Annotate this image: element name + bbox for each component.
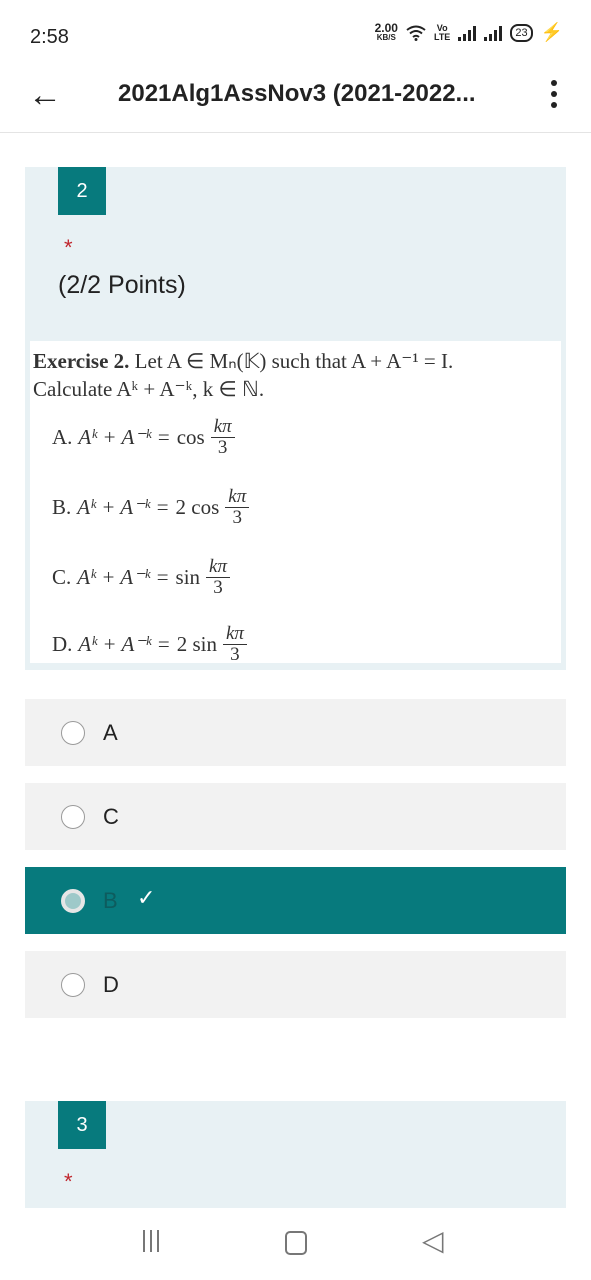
option-lhs: Aᵏ + A⁻ᵏ =: [78, 425, 171, 449]
signal-icon-sim2: [484, 25, 503, 41]
choice-b-selected[interactable]: B ✓: [25, 867, 566, 934]
radio-button[interactable]: [61, 721, 85, 745]
option-letter: C.: [52, 565, 72, 589]
question-number: 3: [58, 1101, 106, 1149]
recent-apps-icon[interactable]: [143, 1230, 163, 1252]
status-bar: 2:58 2.00 KB/S Vo LTE 23 ⚡: [0, 0, 591, 70]
back-arrow-icon[interactable]: ←: [28, 78, 62, 112]
status-icons: 2.00 KB/S Vo LTE 23 ⚡: [375, 22, 563, 43]
option-function: 2 sin: [176, 632, 217, 656]
radio-button[interactable]: [61, 973, 85, 997]
option-function: sin: [175, 565, 201, 589]
question-number: 2: [58, 167, 106, 215]
exercise-statement: Let A ∈ Mₙ(𝕂) such that A + A⁻¹ = I.: [134, 349, 454, 373]
charging-icon: ⚡: [540, 22, 563, 42]
exercise-option-c: C. Aᵏ + A⁻ᵏ = sin kπ 3: [52, 557, 230, 598]
wifi-icon: [406, 25, 426, 41]
exercise-option-b: B. Aᵏ + A⁻ᵏ = 2 cos kπ 3: [52, 487, 250, 528]
volte-bottom: LTE: [433, 31, 451, 42]
fraction-denominator: 3: [217, 437, 228, 458]
option-fraction: kπ 3: [222, 624, 247, 665]
exercise-line-2: Calculate Aᵏ + A⁻ᵏ, k ∈ ℕ.: [33, 377, 265, 401]
exercise-heading: Exercise 2.: [33, 349, 130, 373]
choice-label: C: [103, 804, 119, 829]
choice-label: D: [103, 972, 119, 997]
option-fraction: kπ 3: [225, 487, 250, 528]
required-asterisk: *: [64, 1169, 73, 1194]
network-speed-value: 2.00: [374, 20, 398, 35]
option-fraction: kπ 3: [210, 417, 235, 458]
option-lhs: Aᵏ + A⁻ᵏ =: [77, 565, 170, 589]
option-function: cos: [176, 425, 205, 449]
status-time: 2:58: [30, 26, 69, 48]
exercise-option-a: A. Aᵏ + A⁻ᵏ = cos kπ 3: [52, 417, 235, 458]
back-triangle-icon[interactable]: ◁: [422, 1227, 444, 1255]
volte-icon: Vo LTE: [433, 23, 451, 42]
exercise-image: Exercise 2. Let A ∈ Mₙ(𝕂) such that A + …: [30, 341, 561, 665]
system-nav-bar: ◁: [0, 1208, 591, 1280]
choice-c[interactable]: C: [25, 783, 566, 850]
fraction-denominator: 3: [213, 577, 223, 598]
option-fraction: kπ 3: [206, 557, 230, 598]
fraction-numerator: kπ: [206, 557, 230, 578]
form-title: 2021Alg1AssNov3 (2021-2022...: [118, 80, 476, 107]
question-points: (2/2 Points): [58, 271, 186, 299]
fraction-denominator: 3: [232, 507, 243, 528]
choice-label: A: [103, 720, 118, 745]
fraction-denominator: 3: [230, 644, 240, 665]
fraction-numerator: kπ: [210, 417, 235, 438]
option-lhs: Aᵏ + A⁻ᵏ =: [78, 632, 171, 656]
fraction-numerator: kπ: [225, 487, 250, 508]
radio-button[interactable]: [61, 805, 85, 829]
option-letter: B.: [52, 495, 72, 519]
app-bar: ← 2021Alg1AssNov3 (2021-2022...: [0, 70, 591, 133]
choice-label: B: [103, 888, 118, 913]
choice-d[interactable]: D: [25, 951, 566, 1018]
option-function: 2 cos: [175, 495, 220, 519]
exercise-line-1: Exercise 2. Let A ∈ Mₙ(𝕂) such that A + …: [33, 349, 453, 374]
network-speed: 2.00 KB/S: [374, 20, 398, 43]
checkmark-icon: ✓: [137, 885, 156, 910]
radio-button-selected[interactable]: [61, 889, 85, 913]
choice-a[interactable]: A: [25, 699, 566, 766]
home-icon[interactable]: [285, 1231, 307, 1255]
option-lhs: Aᵏ + A⁻ᵏ =: [77, 495, 170, 519]
next-question-card: 3 *: [25, 1101, 566, 1208]
more-options-icon[interactable]: [551, 80, 557, 108]
signal-icon: [458, 25, 477, 41]
question-card: 2 * (2/2 Points) Exercise 2. Let A ∈ Mₙ(…: [25, 167, 566, 670]
required-asterisk: *: [64, 235, 73, 260]
option-letter: D.: [52, 632, 73, 656]
exercise-option-d: D. Aᵏ + A⁻ᵏ = 2 sin kπ 3: [52, 624, 247, 665]
option-letter: A.: [52, 425, 73, 449]
fraction-numerator: kπ: [222, 624, 247, 645]
battery-icon: 23: [510, 23, 533, 42]
network-speed-unit: KB/S: [376, 32, 396, 42]
